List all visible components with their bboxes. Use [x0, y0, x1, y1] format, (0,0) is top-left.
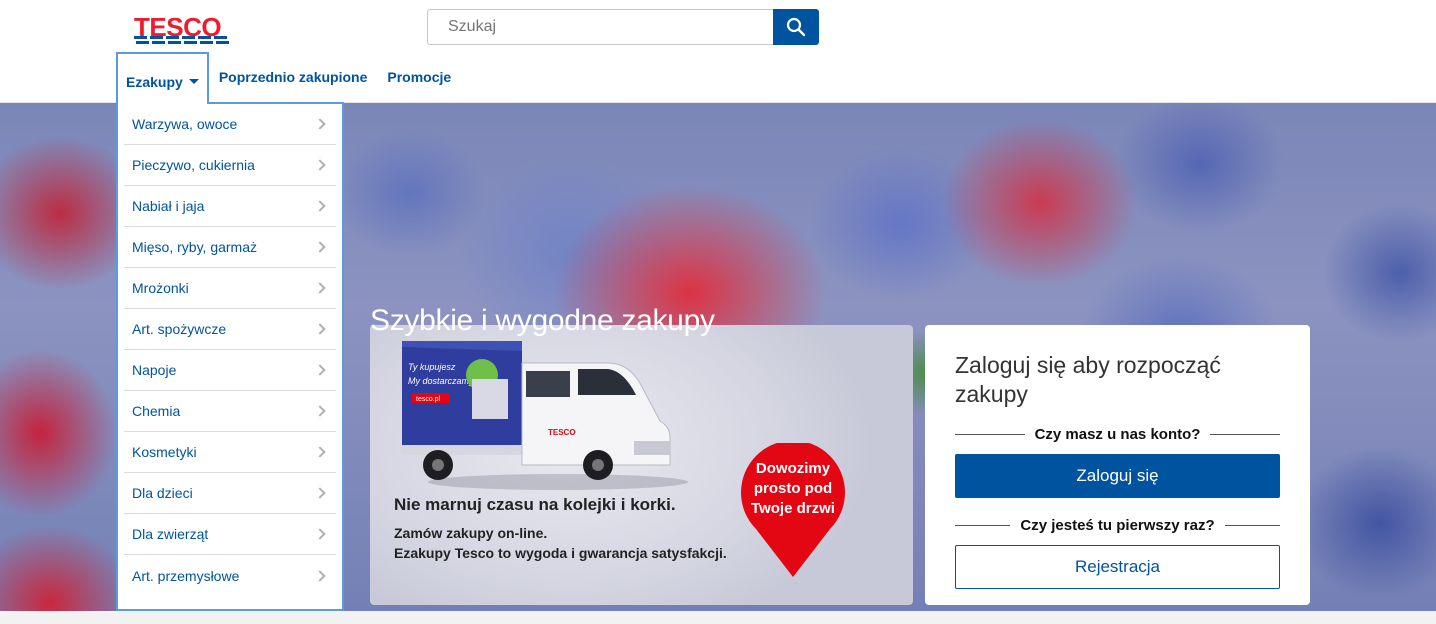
search-icon	[786, 17, 806, 37]
chevron-right-icon	[314, 159, 326, 171]
register-button[interactable]: Rejestracja	[955, 545, 1280, 589]
category-label: Art. spożywcze	[132, 321, 227, 337]
promo-line-1: Zamów zakupy on-line.	[394, 525, 548, 541]
search-button[interactable]	[773, 9, 819, 45]
chevron-right-icon	[314, 487, 326, 499]
tesco-logo[interactable]: TESCO	[134, 14, 234, 44]
category-label: Nabiał i jaja	[132, 198, 205, 214]
footer-strip	[0, 611, 1436, 624]
category-label: Dla zwierząt	[132, 526, 209, 542]
category-label: Chemia	[132, 403, 181, 419]
login-card: Zaloguj się aby rozpocząć zakupy Czy mas…	[925, 325, 1310, 605]
category-label: Mięso, ryby, garmaż	[132, 239, 257, 255]
category-label: Mrożonki	[132, 280, 189, 296]
divider-line	[1224, 525, 1280, 526]
first-time-divider: Czy jesteś tu pierwszy raz?	[955, 517, 1280, 534]
truck-badge: tesco.pl	[416, 396, 441, 403]
chevron-right-icon	[314, 446, 326, 458]
site-header: TESCO Ezakupy Poprzednio zakupione Promo…	[0, 0, 1436, 104]
chevron-right-icon	[314, 528, 326, 540]
category-item[interactable]: Chemia	[124, 391, 336, 432]
divider-line	[1210, 434, 1280, 435]
category-label: Kosmetyki	[132, 444, 197, 460]
logo-stripes-icon	[134, 36, 229, 44]
chevron-right-icon	[314, 282, 326, 294]
has-account-divider: Czy masz u nas konto?	[955, 426, 1280, 443]
nav-previously-bought[interactable]: Poprzednio zakupione	[219, 52, 368, 103]
chevron-right-icon	[314, 364, 326, 376]
login-button[interactable]: Zaloguj się	[955, 454, 1280, 498]
category-item[interactable]: Art. spożywcze	[124, 309, 336, 350]
hero-title: Szybkie i wygodne zakupy	[370, 304, 715, 337]
category-item[interactable]: Warzywa, owoce	[124, 104, 336, 145]
divider-line	[955, 525, 1011, 526]
nav-ezakupy-label: Ezakupy	[126, 74, 183, 90]
category-item[interactable]: Pieczywo, cukiernia	[124, 145, 336, 186]
nav-promotions[interactable]: Promocje	[387, 52, 451, 103]
category-label: Dla dzieci	[132, 485, 193, 501]
category-label: Art. przemysłowe	[132, 567, 240, 584]
promo-line-2: Ezakupy Tesco to wygoda i gwarancja saty…	[394, 545, 727, 561]
category-dropdown: Warzywa, owoce Pieczywo, cukiernia Nabia…	[116, 102, 344, 611]
nav-ezakupy[interactable]: Ezakupy	[116, 52, 209, 104]
chevron-right-icon	[314, 200, 326, 212]
category-label: Pieczywo, cukiernia	[132, 157, 255, 173]
pin-text: Dowozimy prosto pod Twoje drzwi	[751, 460, 835, 517]
chevron-right-icon	[314, 569, 326, 582]
category-label: Napoje	[132, 362, 177, 378]
chevron-right-icon	[314, 405, 326, 417]
delivery-promo-card[interactable]: Ty kupujesz My dostarczamy tesco.pl TESC…	[370, 325, 913, 605]
category-item[interactable]: Mrożonki	[124, 268, 336, 309]
login-title: Zaloguj się aby rozpocząć zakupy	[955, 352, 1221, 407]
category-label: Warzywa, owoce	[132, 116, 238, 132]
first-time-text: Czy jesteś tu pierwszy raz?	[1020, 517, 1215, 534]
category-item[interactable]: Art. przemysłowe	[124, 555, 336, 596]
caret-down-icon	[188, 78, 199, 84]
category-item[interactable]: Dla dzieci	[124, 473, 336, 514]
has-account-text: Czy masz u nas konto?	[1034, 426, 1201, 443]
search-input[interactable]	[427, 9, 774, 45]
category-item[interactable]: Napoje	[124, 350, 336, 391]
category-item[interactable]: Nabiał i jaja	[124, 186, 336, 227]
chevron-right-icon	[314, 323, 326, 335]
delivery-truck-image: Ty kupujesz My dostarczamy tesco.pl TESC…	[402, 341, 688, 490]
truck-slogan-1: Ty kupujesz	[408, 362, 456, 372]
truck-slogan-2: My dostarczamy	[408, 376, 474, 386]
promo-headline: Nie marnuj czasu na kolejki i korki.	[394, 495, 676, 514]
truck-brand-text: TESCO	[548, 428, 576, 437]
main-nav: Ezakupy Poprzednio zakupione Promocje	[116, 52, 471, 104]
category-item[interactable]: Dla zwierząt	[124, 514, 336, 555]
chevron-right-icon	[314, 241, 326, 253]
chevron-right-icon	[314, 118, 326, 130]
category-item[interactable]: Mięso, ryby, garmaż	[124, 227, 336, 268]
category-item[interactable]: Kosmetyki	[124, 432, 336, 473]
divider-line	[955, 434, 1025, 435]
